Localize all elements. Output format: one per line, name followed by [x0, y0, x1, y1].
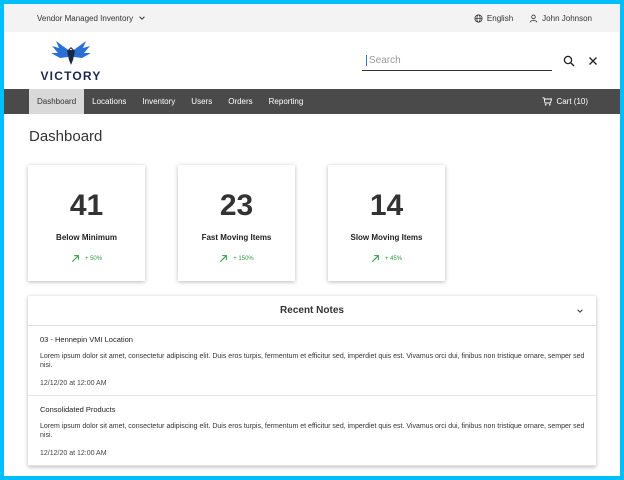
- note-date: 12/12/20 at 12:00 AM: [40, 379, 107, 387]
- note-item[interactable]: 03 - Hennepin VMI Location Lorem ipsum d…: [28, 326, 596, 396]
- trend-up-icon: [220, 255, 228, 263]
- note-body: Lorem ipsum dolor sit amet, consectetur …: [40, 422, 585, 440]
- user-icon: [529, 14, 538, 23]
- stat-label: Slow Moving Items: [350, 233, 423, 242]
- cart-label: Cart (10): [556, 97, 588, 106]
- user-menu[interactable]: John Johnson: [529, 14, 592, 23]
- stat-trend: + 150%: [219, 254, 254, 263]
- recent-notes-panel: Recent Notes 03 - Hennepin VMI Location …: [28, 296, 596, 466]
- close-search-button[interactable]: [586, 54, 600, 68]
- stat-cards: 41 Below Minimum + 50% 23 Fast Moving It…: [28, 165, 596, 281]
- note-body: Lorem ipsum dolor sit amet, consectetur …: [40, 353, 585, 370]
- stat-label: Fast Moving Items: [201, 233, 272, 242]
- logo[interactable]: VICTORY: [40, 38, 102, 83]
- note-date: 12/12/20 at 12:00 AM: [40, 449, 107, 457]
- trend-value: + 50%: [84, 255, 103, 262]
- globe-icon: [474, 13, 483, 23]
- cart-button[interactable]: Cart (10): [542, 97, 588, 106]
- search-icon: [563, 55, 575, 66]
- chevron-down-icon[interactable]: [576, 307, 584, 315]
- chevron-down-icon: [139, 16, 145, 20]
- stat-number: 23: [219, 189, 254, 222]
- trend-value: + 150%: [233, 255, 254, 262]
- page-title: Dashboard: [29, 128, 103, 145]
- header: VICTORY: [4, 32, 620, 89]
- note-title: Consolidated Products: [40, 404, 116, 414]
- search-box: [362, 51, 552, 71]
- cart-icon: [542, 97, 553, 106]
- search-button[interactable]: [562, 54, 576, 68]
- logo-text: VICTORY: [40, 69, 102, 83]
- trend-up-icon: [71, 255, 79, 263]
- main-nav: Dashboard Locations Inventory Users Orde…: [4, 89, 620, 114]
- stat-label: Below Minimum: [56, 233, 117, 242]
- stat-number: 41: [69, 189, 104, 222]
- nav-item-orders[interactable]: Orders: [220, 89, 260, 114]
- recent-notes-header[interactable]: Recent Notes: [28, 296, 596, 326]
- trend-value: + 45%: [384, 255, 403, 262]
- user-name: John Johnson: [542, 13, 592, 23]
- language-label: English: [486, 13, 514, 23]
- nav-item-inventory[interactable]: Inventory: [134, 89, 183, 114]
- app-switcher[interactable]: Vendor Managed Inventory: [37, 14, 146, 23]
- stat-trend: + 45%: [371, 254, 402, 263]
- utility-bar: Vendor Managed Inventory English John Jo…: [4, 4, 620, 32]
- eagle-logo-icon: [51, 41, 91, 65]
- stat-card-slow-moving[interactable]: 14 Slow Moving Items + 45%: [328, 165, 445, 281]
- recent-notes-title: Recent Notes: [280, 305, 344, 316]
- nav-item-locations[interactable]: Locations: [84, 89, 134, 114]
- nav-item-reporting[interactable]: Reporting: [261, 89, 312, 114]
- search-input[interactable]: [366, 54, 548, 66]
- main-content: Dashboard 41 Below Minimum + 50% 23 Fast…: [4, 128, 620, 466]
- stat-number: 14: [369, 189, 404, 222]
- stat-trend: + 50%: [71, 254, 102, 263]
- app-frame: Vendor Managed Inventory English John Jo…: [4, 4, 620, 476]
- language-selector[interactable]: English: [474, 14, 513, 23]
- note-title: 03 - Hennepin VMI Location: [40, 335, 133, 344]
- stat-card-below-minimum[interactable]: 41 Below Minimum + 50%: [28, 165, 145, 281]
- note-item[interactable]: Consolidated Products Lorem ipsum dolor …: [28, 396, 596, 466]
- stat-card-fast-moving[interactable]: 23 Fast Moving Items + 150%: [178, 165, 295, 281]
- trend-up-icon: [371, 255, 379, 263]
- nav-item-users[interactable]: Users: [183, 89, 220, 114]
- app-switcher-label: Vendor Managed Inventory: [37, 13, 134, 23]
- nav-item-dashboard[interactable]: Dashboard: [29, 89, 85, 114]
- close-icon: [589, 56, 597, 65]
